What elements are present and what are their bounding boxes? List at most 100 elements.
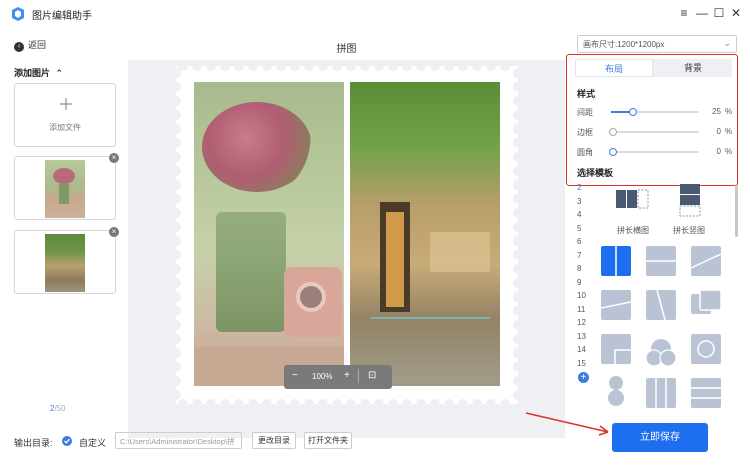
street-thumbnail-image (45, 234, 85, 292)
zoom-level: 100% (312, 372, 333, 381)
template-corner-cut[interactable] (601, 334, 631, 364)
template-count-item[interactable]: 9 (577, 276, 589, 290)
template-slanted-columns[interactable] (646, 289, 676, 321)
template-slanted-rows[interactable] (601, 290, 632, 320)
output-dir-label: 输出目录: (14, 438, 53, 448)
template-circle-in-square[interactable] (691, 334, 721, 364)
fit-screen-icon[interactable]: ⊡ (368, 370, 376, 381)
add-images-label: 添加图片 (14, 68, 51, 78)
output-bar: 输出目录: 自定义 C:\Users\Administrator\Desktop… (0, 420, 565, 465)
custom-label: 自定义 (79, 438, 107, 448)
template-count-item[interactable]: 7 (577, 249, 589, 263)
save-now-button[interactable]: 立即保存 (612, 423, 708, 452)
chevron-up-icon: ⌃ (55, 68, 64, 78)
template-count-item[interactable]: 5 (577, 222, 589, 236)
back-button[interactable]: ‹ 返回 (14, 38, 46, 52)
long-horizontal-template-icon[interactable] (615, 188, 651, 212)
corner-label: 圆角 (577, 148, 593, 157)
corner-value: 0 (716, 147, 721, 156)
template-count-item[interactable]: 6 (577, 235, 589, 249)
spacing-value: 25 (712, 107, 721, 116)
style-heading: 样式 (577, 89, 596, 99)
template-count-item[interactable]: 14 (577, 343, 589, 357)
custom-checkbox[interactable] (62, 436, 72, 446)
template-two-rows[interactable] (646, 246, 676, 276)
add-file-button[interactable]: 添加文件 (14, 83, 116, 147)
template-count-item[interactable]: 11 (577, 303, 589, 317)
border-value: 0 (716, 127, 721, 136)
chevron-down-icon: ⌄ (723, 38, 731, 48)
template-count-item[interactable]: 4 (577, 208, 589, 222)
change-dir-button[interactable]: 更改目录 (252, 432, 296, 449)
template-scrollbar[interactable] (735, 185, 738, 237)
app-title: 图片编辑助手 (32, 11, 92, 22)
back-label: 返回 (28, 40, 47, 50)
page-total: /50 (54, 404, 66, 413)
template-count-item[interactable]: 15 (577, 357, 589, 371)
border-slider[interactable] (609, 128, 699, 136)
template-heading: 选择模板 (577, 168, 614, 178)
zoom-out-icon[interactable]: − (292, 370, 298, 381)
close-icon[interactable]: ✕ (728, 5, 744, 21)
template-circles[interactable] (645, 339, 677, 367)
zoom-in-icon[interactable]: + (344, 370, 350, 381)
add-template-icon[interactable]: + (578, 372, 589, 383)
add-images-toggle[interactable]: 添加图片 ⌃ (14, 66, 63, 79)
menu-icon[interactable]: ≡ (676, 5, 692, 21)
open-folder-button[interactable]: 打开文件夹 (304, 432, 352, 449)
corner-slider-handle[interactable] (609, 148, 617, 156)
template-stacked-circles[interactable] (608, 376, 624, 406)
spacing-slider[interactable] (611, 108, 699, 116)
collage-photo-street[interactable] (350, 82, 500, 386)
border-unit: % (725, 127, 733, 136)
settings-tabs: 布局 背景 (575, 59, 732, 77)
template-count-item[interactable]: 12 (577, 316, 589, 330)
image-list-panel: ‹ 返回 添加图片 ⌃ 添加文件 × × 2/50 (0, 28, 128, 420)
long-horizontal-label: 拼长横图 (617, 226, 649, 235)
image-thumbnail[interactable]: × (14, 153, 119, 220)
image-thumbnail[interactable]: × (14, 227, 119, 294)
flower-thumbnail-image (45, 160, 85, 218)
tab-background[interactable]: 背景 (654, 59, 732, 77)
border-slider-handle[interactable] (609, 128, 617, 136)
pointer-arrow-icon (525, 412, 609, 436)
canvas-title: 拼图 (336, 44, 357, 55)
plus-icon (60, 98, 72, 110)
title-bar: 图片编辑助手 ≡ — ☐ ✕ (0, 0, 750, 28)
add-file-label: 添加文件 (49, 123, 81, 132)
border-slider-row: 边框 0 % (577, 125, 737, 139)
template-three-rows[interactable] (691, 378, 721, 408)
app-logo-icon (12, 7, 24, 21)
template-two-columns[interactable] (601, 246, 631, 276)
zoom-divider (358, 369, 359, 383)
template-overlap-squares[interactable] (691, 289, 722, 314)
page-counter: 2/50 (50, 404, 66, 413)
template-count-item[interactable]: 10 (577, 289, 589, 303)
remove-image-icon[interactable]: × (109, 153, 119, 163)
spacing-slider-handle[interactable] (629, 108, 637, 116)
canvas-size-value: 画布尺寸:1200*1200px (583, 40, 665, 49)
template-count-item[interactable]: 8 (577, 262, 589, 276)
template-count-item[interactable]: 2 (577, 181, 589, 195)
canvas-area: 拼图 − 100% + ⊡ (128, 28, 565, 438)
output-path-field[interactable]: C:\Users\Administrator\Desktop\拼 (115, 432, 242, 449)
tab-layout[interactable]: 布局 (575, 59, 653, 77)
collage-photo-flowers[interactable] (194, 82, 344, 386)
spacing-slider-row: 间距 25 % (577, 105, 737, 119)
template-count-item[interactable]: 3 (577, 195, 589, 209)
corner-slider-row: 圆角 0 % (577, 145, 737, 159)
long-vertical-template-icon[interactable] (678, 183, 702, 219)
canvas-size-select[interactable]: 画布尺寸:1200*1200px ⌄ (577, 35, 737, 53)
template-three-columns[interactable] (646, 378, 676, 408)
spacing-unit: % (725, 107, 733, 116)
border-label: 边框 (577, 128, 593, 137)
corner-slider[interactable] (609, 148, 699, 156)
template-diagonal-split[interactable] (690, 246, 722, 276)
long-vertical-label: 拼长竖图 (673, 226, 705, 235)
template-count-item[interactable]: 13 (577, 330, 589, 344)
remove-image-icon[interactable]: × (109, 227, 119, 237)
settings-panel: 画布尺寸:1200*1200px ⌄ 布局 背景 样式 间距 25 % 边框 0… (565, 28, 750, 465)
check-icon (64, 438, 70, 444)
maximize-icon[interactable]: ☐ (711, 5, 727, 21)
minimize-icon[interactable]: — (694, 5, 710, 21)
